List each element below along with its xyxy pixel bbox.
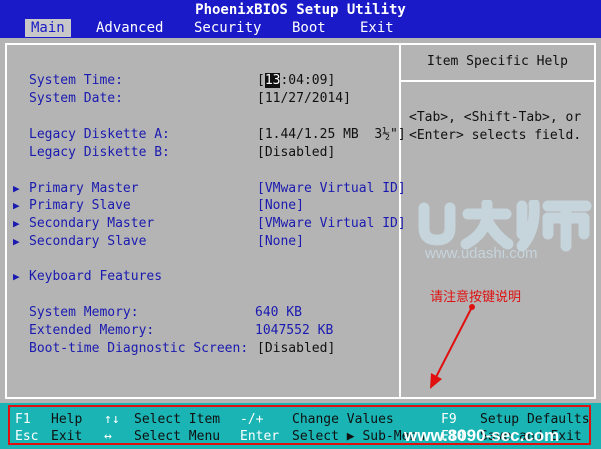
menu-exit[interactable]: Exit bbox=[360, 19, 394, 37]
menu-security[interactable]: Security bbox=[194, 19, 261, 37]
boot-diagnostic-value[interactable]: [Disabled] bbox=[257, 341, 335, 357]
key-f1-desc: Help bbox=[51, 412, 83, 427]
secondary-master-label[interactable]: Secondary Master bbox=[29, 216, 154, 232]
watermark-url: www.udashi.com bbox=[425, 245, 538, 262]
help-line-2: <Enter> selects field. bbox=[409, 128, 582, 143]
key-esc-desc: Exit bbox=[51, 429, 83, 444]
primary-master-value: [VMware Virtual ID] bbox=[257, 181, 406, 196]
extended-memory-label: Extended Memory: bbox=[29, 323, 155, 338]
key-f1: F1 bbox=[15, 412, 31, 427]
extended-memory-value: 1047552 KB bbox=[255, 323, 334, 338]
system-memory-label: System Memory: bbox=[29, 305, 139, 320]
primary-slave-label[interactable]: Primary Slave bbox=[29, 198, 131, 214]
key-updown-desc: Select Item bbox=[134, 412, 221, 427]
primary-slave-value: [None] bbox=[257, 198, 304, 213]
triangle-right-icon: ▶ bbox=[13, 217, 20, 230]
diskette-b-label: Legacy Diskette B: bbox=[29, 145, 170, 160]
system-memory-value: 640 KB bbox=[255, 305, 302, 320]
help-line-1: <Tab>, <Shift-Tab>, or bbox=[409, 110, 582, 125]
triangle-right-icon: ▶ bbox=[13, 270, 20, 283]
time-cursor[interactable]: 13 bbox=[264, 73, 281, 88]
system-time-value[interactable]: [13:04:09] bbox=[257, 73, 335, 89]
key-enter: Enter bbox=[240, 429, 280, 444]
triangle-right-icon: ▶ bbox=[13, 182, 20, 195]
key-plusminus: -/+ bbox=[240, 412, 264, 427]
secondary-slave-label[interactable]: Secondary Slave bbox=[29, 234, 146, 250]
bottom-watermark: www.8090-sec.com bbox=[404, 426, 560, 445]
arrow-icon bbox=[430, 304, 475, 389]
key-updown: ↑↓ bbox=[104, 412, 120, 427]
keyboard-features-label[interactable]: Keyboard Features bbox=[29, 269, 162, 285]
system-time-label: System Time: bbox=[29, 73, 123, 88]
menu-advanced[interactable]: Advanced bbox=[96, 19, 163, 37]
key-leftright: ↔ bbox=[104, 429, 112, 444]
key-esc: Esc bbox=[15, 429, 39, 444]
system-date-label: System Date: bbox=[29, 91, 123, 106]
key-plusminus-desc: Change Values bbox=[292, 412, 394, 427]
secondary-master-value: [VMware Virtual ID] bbox=[257, 216, 406, 231]
triangle-right-icon: ▶ bbox=[13, 235, 20, 248]
menu-boot[interactable]: Boot bbox=[292, 19, 326, 37]
key-leftright-desc: Select Menu bbox=[134, 429, 221, 444]
secondary-slave-value: [None] bbox=[257, 234, 304, 249]
menu-main[interactable]: Main bbox=[25, 19, 71, 37]
help-title: Item Specific Help bbox=[427, 54, 568, 69]
diskette-a-value[interactable]: [1.44/1.25 MB 3½"] bbox=[257, 127, 406, 143]
diskette-a-label: Legacy Diskette A: bbox=[29, 127, 170, 142]
system-date-value[interactable]: [11/27/2014] bbox=[257, 91, 351, 107]
help-divider bbox=[401, 80, 594, 82]
app-title: PhoenixBIOS Setup Utility bbox=[195, 2, 406, 18]
diskette-b-value[interactable]: [Disabled] bbox=[257, 145, 335, 161]
system-time-rest: :04:09] bbox=[280, 73, 336, 88]
boot-diagnostic-label: Boot-time Diagnostic Screen: bbox=[29, 341, 249, 356]
triangle-right-icon: ▶ bbox=[13, 199, 20, 212]
primary-master-label[interactable]: Primary Master bbox=[29, 181, 139, 197]
